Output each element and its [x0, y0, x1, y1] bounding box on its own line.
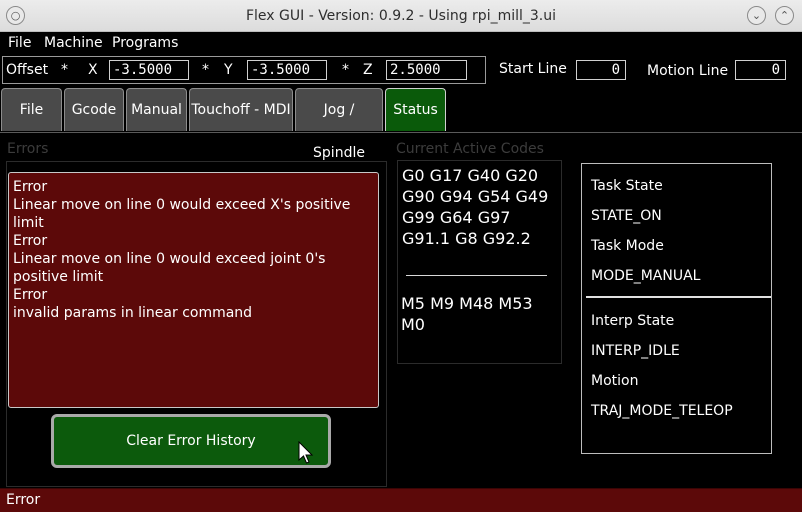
m-codes-text: M5 M9 M48 M53 M0 [401, 294, 533, 334]
error-log: Error Linear move on line 0 would exceed… [8, 172, 379, 408]
y-label: Y [224, 62, 233, 78]
offset-label: Offset [6, 62, 49, 78]
g-codes-text: G0 G17 G40 G20 G90 G94 G54 G49 G99 G64 G… [402, 166, 549, 248]
x-offset-field: -3.5000 [109, 60, 189, 80]
errors-title: Errors [7, 141, 49, 157]
z-offset-field: 2.5000 [386, 60, 467, 80]
tab-divider [0, 132, 802, 133]
error-line: Error [13, 233, 48, 249]
tab-gcode[interactable]: Gcode [64, 88, 124, 131]
tab-bar: File Gcode Manual Touchoff - MDI Jog / S… [0, 88, 802, 161]
tab-manual[interactable]: Manual [126, 88, 187, 131]
menu-bar: File Machine Programs [0, 32, 802, 54]
status-bar: Error [0, 488, 802, 512]
interp-state-label: Interp State [591, 313, 675, 329]
x-marker: * [61, 62, 68, 78]
window-title: Flex GUI - Version: 0.9.2 - Using rpi_mi… [245, 8, 557, 24]
tab-file[interactable]: File [1, 88, 62, 131]
task-mode-label: Task Mode [591, 238, 664, 254]
active-codes-title: Current Active Codes [396, 141, 544, 157]
menu-file[interactable]: File [8, 33, 31, 53]
y-marker: * [202, 62, 209, 78]
menu-machine[interactable]: Machine [44, 33, 103, 53]
z-label: Z [363, 62, 373, 78]
start-line-label: Start Line [499, 61, 567, 77]
machine-status-panel: Task State STATE_ON Task Mode MODE_MANUA… [581, 163, 772, 454]
window-titlebar: ○ Flex GUI - Version: 0.9.2 - Using rpi_… [0, 0, 802, 32]
clear-error-history-button[interactable]: Clear Error History [51, 414, 331, 468]
maximize-icon[interactable]: ⌃ [775, 6, 794, 25]
tab-status[interactable]: Status [385, 88, 446, 131]
offset-panel: Offset * X -3.5000 * Y -3.5000 * Z 2.500… [2, 56, 486, 84]
menu-programs[interactable]: Programs [112, 33, 178, 53]
x-label: X [88, 62, 98, 78]
error-line: invalid params in linear command [13, 305, 253, 321]
tab-jog-spindle[interactable]: Jog / Spindle [295, 88, 383, 161]
mouse-pointer-icon [298, 441, 314, 464]
motion-line-label: Motion Line [647, 63, 729, 79]
error-line: Error [13, 287, 48, 303]
error-line: Linear move on line 0 would exceed X's p… [13, 197, 351, 231]
motion-label: Motion [591, 373, 639, 389]
task-mode-value: MODE_MANUAL [591, 268, 701, 284]
interp-state-value: INTERP_IDLE [591, 343, 680, 359]
codes-divider [406, 275, 547, 276]
error-line: Error [13, 179, 48, 195]
task-state-value: STATE_ON [591, 208, 662, 224]
z-marker: * [342, 62, 349, 78]
y-offset-field: -3.5000 [247, 60, 327, 80]
start-line-field[interactable]: 0 [576, 60, 626, 80]
error-line: Linear move on line 0 would exceed joint… [13, 251, 326, 285]
status-divider [586, 296, 771, 298]
minimize-icon[interactable]: ⌄ [747, 6, 766, 25]
motion-line-field: 0 [735, 60, 786, 80]
task-state-label: Task State [591, 178, 663, 194]
motion-value: TRAJ_MODE_TELEOP [591, 403, 733, 419]
tab-touchoff-mdi[interactable]: Touchoff - MDI [189, 88, 293, 131]
